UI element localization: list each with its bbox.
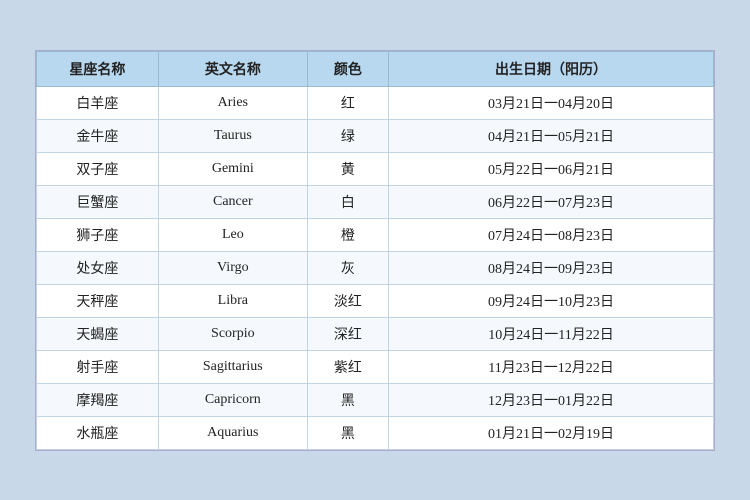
cell-english: Gemini — [158, 152, 307, 185]
cell-english: Aries — [158, 86, 307, 119]
cell-date: 01月21日一02月19日 — [389, 416, 714, 449]
cell-chinese: 白羊座 — [37, 86, 159, 119]
cell-english: Taurus — [158, 119, 307, 152]
cell-color: 深红 — [307, 317, 388, 350]
cell-english: Sagittarius — [158, 350, 307, 383]
cell-chinese: 处女座 — [37, 251, 159, 284]
cell-english: Aquarius — [158, 416, 307, 449]
cell-english: Cancer — [158, 185, 307, 218]
zodiac-table-container: 星座名称 英文名称 颜色 出生日期（阳历） 白羊座Aries红03月21日一04… — [35, 50, 715, 451]
table-body: 白羊座Aries红03月21日一04月20日金牛座Taurus绿04月21日一0… — [37, 86, 714, 449]
cell-color: 橙 — [307, 218, 388, 251]
cell-chinese: 双子座 — [37, 152, 159, 185]
cell-english: Libra — [158, 284, 307, 317]
table-row: 白羊座Aries红03月21日一04月20日 — [37, 86, 714, 119]
table-row: 金牛座Taurus绿04月21日一05月21日 — [37, 119, 714, 152]
cell-date: 03月21日一04月20日 — [389, 86, 714, 119]
cell-chinese: 金牛座 — [37, 119, 159, 152]
cell-english: Leo — [158, 218, 307, 251]
cell-chinese: 射手座 — [37, 350, 159, 383]
cell-english: Virgo — [158, 251, 307, 284]
cell-color: 绿 — [307, 119, 388, 152]
cell-color: 灰 — [307, 251, 388, 284]
cell-color: 黄 — [307, 152, 388, 185]
table-row: 射手座Sagittarius紫红11月23日一12月22日 — [37, 350, 714, 383]
cell-english: Scorpio — [158, 317, 307, 350]
table-row: 天秤座Libra淡红09月24日一10月23日 — [37, 284, 714, 317]
cell-date: 11月23日一12月22日 — [389, 350, 714, 383]
table-row: 水瓶座Aquarius黑01月21日一02月19日 — [37, 416, 714, 449]
table-row: 摩羯座Capricorn黑12月23日一01月22日 — [37, 383, 714, 416]
cell-chinese: 水瓶座 — [37, 416, 159, 449]
cell-date: 09月24日一10月23日 — [389, 284, 714, 317]
zodiac-table: 星座名称 英文名称 颜色 出生日期（阳历） 白羊座Aries红03月21日一04… — [36, 51, 714, 450]
cell-color: 淡红 — [307, 284, 388, 317]
cell-date: 10月24日一11月22日 — [389, 317, 714, 350]
cell-chinese: 天蝎座 — [37, 317, 159, 350]
cell-color: 紫红 — [307, 350, 388, 383]
cell-color: 白 — [307, 185, 388, 218]
header-english-name: 英文名称 — [158, 51, 307, 86]
table-header-row: 星座名称 英文名称 颜色 出生日期（阳历） — [37, 51, 714, 86]
cell-chinese: 摩羯座 — [37, 383, 159, 416]
cell-color: 黑 — [307, 383, 388, 416]
header-color: 颜色 — [307, 51, 388, 86]
cell-chinese: 狮子座 — [37, 218, 159, 251]
table-row: 双子座Gemini黄05月22日一06月21日 — [37, 152, 714, 185]
cell-color: 黑 — [307, 416, 388, 449]
cell-chinese: 巨蟹座 — [37, 185, 159, 218]
header-date: 出生日期（阳历） — [389, 51, 714, 86]
cell-date: 04月21日一05月21日 — [389, 119, 714, 152]
cell-date: 06月22日一07月23日 — [389, 185, 714, 218]
table-row: 巨蟹座Cancer白06月22日一07月23日 — [37, 185, 714, 218]
cell-date: 08月24日一09月23日 — [389, 251, 714, 284]
cell-chinese: 天秤座 — [37, 284, 159, 317]
table-row: 狮子座Leo橙07月24日一08月23日 — [37, 218, 714, 251]
table-row: 处女座Virgo灰08月24日一09月23日 — [37, 251, 714, 284]
cell-color: 红 — [307, 86, 388, 119]
header-chinese-name: 星座名称 — [37, 51, 159, 86]
cell-date: 07月24日一08月23日 — [389, 218, 714, 251]
cell-date: 05月22日一06月21日 — [389, 152, 714, 185]
table-row: 天蝎座Scorpio深红10月24日一11月22日 — [37, 317, 714, 350]
cell-date: 12月23日一01月22日 — [389, 383, 714, 416]
cell-english: Capricorn — [158, 383, 307, 416]
